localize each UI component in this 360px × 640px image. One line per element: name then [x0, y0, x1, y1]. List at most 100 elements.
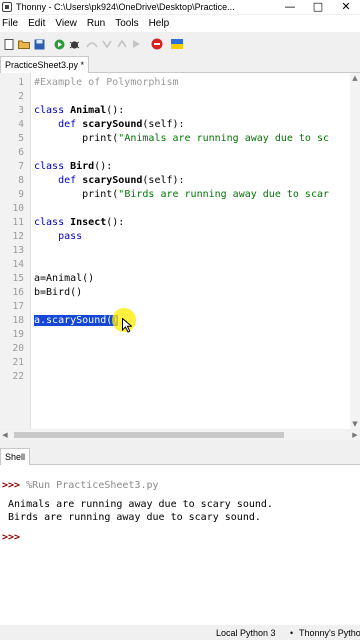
menu-file[interactable]: File [0, 15, 26, 32]
line-number: 13 [12, 245, 24, 256]
code-line-18: a.scarySound() [34, 314, 119, 328]
code-text: (self): [142, 175, 185, 186]
code-line-4: def scarySound(self): [34, 118, 184, 132]
flag-icon[interactable] [171, 38, 183, 50]
scroll-right-icon[interactable]: ▶ [350, 430, 360, 440]
line-number: 3 [18, 105, 24, 116]
menu-edit[interactable]: Edit [26, 15, 53, 32]
step-over-icon[interactable] [86, 38, 98, 50]
editor-horizontal-scrollbar[interactable]: ◀ ▶ [0, 430, 360, 440]
save-icon[interactable] [33, 38, 45, 50]
stop-icon[interactable] [151, 38, 163, 50]
step-into-icon[interactable] [101, 38, 113, 50]
scroll-up-icon[interactable]: ▲ [350, 73, 360, 83]
code-text: (): [106, 217, 125, 228]
editor-vertical-scrollbar[interactable]: ▲ ▼ [350, 73, 360, 429]
title-bar: Thonny - C:\Users\pk924\OneDrive\Desktop… [0, 0, 360, 14]
code-editor[interactable]: 1 2 3 4 5 6 7 8 9 10 11 12 13 14 15 16 1… [0, 73, 360, 429]
backend-label[interactable]: Thonny's Python [299, 626, 360, 640]
shell-prompt-line: >>> [2, 531, 20, 544]
tab-practicesheet3[interactable]: PracticeSheet3.py * [0, 56, 90, 73]
keyword: def [58, 119, 83, 130]
editor-tab-bar: PracticeSheet3.py * [0, 56, 360, 73]
code-line-5: print("Animals are running away due to s… [34, 132, 329, 146]
line-number-gutter: 1 2 3 4 5 6 7 8 9 10 11 12 13 14 15 16 1… [0, 73, 31, 429]
line-number: 6 [18, 147, 24, 158]
code-line-3: class Animal(): [34, 104, 124, 118]
debug-icon[interactable] [68, 38, 80, 50]
line-number: 15 [12, 273, 24, 284]
scroll-down-icon[interactable]: ▼ [350, 419, 360, 429]
line-number: 8 [18, 175, 24, 186]
menu-help[interactable]: Help [147, 15, 178, 32]
line-number: 10 [12, 203, 24, 214]
code-line-7: class Bird(): [34, 160, 112, 174]
open-file-icon[interactable] [18, 38, 30, 50]
shell-prompt: >>> [2, 532, 21, 543]
resume-icon[interactable] [131, 38, 143, 50]
class-name: Animal [70, 105, 107, 116]
scrollbar-thumb[interactable] [14, 432, 284, 438]
status-separator: • [290, 628, 294, 638]
code-line-1: #Example of Polymorphism [34, 77, 179, 88]
mouse-pointer-icon [122, 318, 132, 333]
menu-view[interactable]: View [53, 15, 85, 32]
line-number: 16 [12, 287, 24, 298]
code-line-8: def scarySound(self): [34, 174, 185, 188]
menu-run[interactable]: Run [85, 15, 113, 32]
shell-panel[interactable]: >>> %Run PracticeSheet3.py Animals are r… [0, 465, 360, 625]
code-line-11: class Insect(): [34, 216, 124, 230]
line-number: 7 [18, 161, 24, 172]
minimize-icon[interactable]: — [276, 0, 304, 14]
mouse-cursor-highlight [112, 308, 136, 333]
line-number: 12 [12, 231, 24, 242]
interpreter-selector[interactable]: Local Python 3 [216, 626, 276, 640]
code-text: (): [94, 161, 113, 172]
line-number: 22 [12, 371, 24, 382]
string-literal: "Animals are running away due to sc [118, 133, 330, 144]
line-number: 2 [18, 91, 24, 102]
shell-output-line: Animals are running away due to scary so… [2, 499, 273, 510]
shell-prompt: >>> [2, 480, 21, 491]
shell-run-line: >>> %Run PracticeSheet3.py [2, 479, 159, 492]
step-out-icon[interactable] [116, 38, 128, 50]
line-number: 4 [18, 119, 24, 130]
new-file-icon[interactable] [3, 38, 15, 50]
scroll-left-icon[interactable]: ◀ [0, 430, 10, 440]
keyword: class [34, 105, 71, 116]
keyword: class [34, 161, 71, 172]
menu-tools[interactable]: Tools [113, 15, 146, 32]
line-number: 5 [18, 133, 24, 144]
line-number: 18 [12, 315, 24, 326]
tab-shell[interactable]: Shell [0, 448, 31, 465]
code-line-12: pass [34, 230, 82, 244]
close-icon[interactable]: ✕ [332, 0, 360, 14]
line-number: 9 [18, 189, 24, 200]
code-area[interactable]: #Example of Polymorphism class Animal():… [34, 73, 348, 429]
run-icon[interactable] [53, 38, 65, 50]
code-line-15: a=Animal() [34, 273, 95, 284]
maximize-icon[interactable]: □ [304, 0, 332, 14]
code-line-16: b=Bird() [34, 287, 83, 298]
line-number: 14 [12, 259, 24, 270]
code-text: print( [34, 133, 119, 144]
thonny-app-icon [2, 2, 12, 12]
class-name: Bird [70, 161, 95, 172]
line-number: 21 [12, 357, 24, 368]
code-text: print( [34, 189, 119, 200]
shell-tab-bar: Shell [0, 448, 360, 465]
code-line-9: print("Birds are running away due to sca… [34, 188, 329, 202]
method-name: scarySound [82, 175, 143, 186]
keyword: pass [58, 231, 83, 242]
line-number: 20 [12, 343, 24, 354]
line-number: 19 [12, 329, 24, 340]
line-number: 17 [12, 301, 24, 312]
shell-output-line: Birds are running away due to scary soun… [2, 512, 261, 523]
status-bar: Local Python 3 • Thonny's Python [0, 626, 360, 640]
menu-bar: File Edit View Run Tools Help [0, 15, 360, 32]
selected-code[interactable]: a.scarySound() [34, 315, 119, 326]
method-name: scarySound [82, 119, 143, 130]
